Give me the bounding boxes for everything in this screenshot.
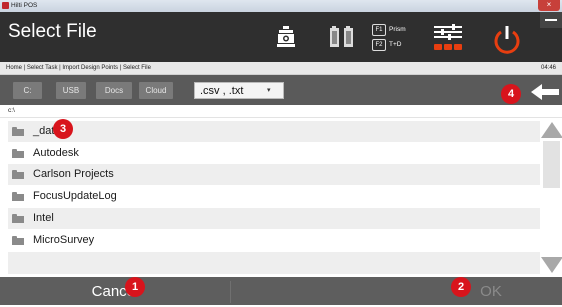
instrument-icon[interactable]	[276, 26, 296, 50]
folder-name: MicroSurvey	[33, 234, 95, 246]
folder-icon	[12, 149, 24, 158]
ok-button[interactable]: OK	[420, 277, 562, 305]
chevron-down-icon: ▾	[267, 87, 271, 94]
page-title: Select File	[8, 21, 97, 42]
window-title-bar: Hilti POS ×	[0, 0, 562, 12]
footer-divider	[230, 281, 231, 303]
folder-name: Autodesk	[33, 147, 79, 159]
f2-key: F2	[372, 39, 386, 51]
folder-icon	[12, 170, 24, 179]
battery-icon	[330, 26, 355, 48]
scroll-down-arrow[interactable]	[541, 257, 562, 273]
list-item[interactable]: MicroSurvey	[8, 230, 540, 251]
f2-label: T+D	[389, 41, 402, 48]
scroll-up-arrow[interactable]	[541, 122, 562, 138]
back-arrow-icon[interactable]	[531, 84, 559, 105]
drive-docs-button[interactable]: Docs	[96, 82, 132, 99]
callout-badge-2: 2	[451, 277, 471, 297]
callout-badge-1: 1	[125, 277, 145, 297]
f1-key: F1	[372, 24, 386, 36]
list-item[interactable]: _data	[8, 121, 540, 142]
current-path: c:\	[8, 107, 15, 114]
f1-label: Prism	[389, 26, 406, 33]
folder-name: FocusUpdateLog	[33, 190, 117, 202]
list-item[interactable]: FocusUpdateLog	[8, 186, 540, 207]
window-title: Hilti POS	[11, 2, 38, 9]
power-icon[interactable]	[493, 26, 521, 54]
folder-icon	[12, 127, 24, 136]
list-item[interactable]: Carlson Projects	[8, 164, 540, 185]
folder-name: Intel	[33, 212, 54, 224]
list-item[interactable]	[8, 252, 540, 274]
current-path-bar: c:\	[0, 105, 562, 118]
breadcrumb: Home | Select Task | Import Design Point…	[6, 65, 151, 71]
drive-c-button[interactable]: C:	[13, 82, 42, 99]
settings-sliders-icon[interactable]	[432, 24, 466, 52]
list-item[interactable]: Intel	[8, 208, 540, 229]
app-icon	[2, 2, 9, 9]
minimize-button[interactable]	[540, 12, 562, 28]
folder-icon	[12, 214, 24, 223]
file-toolbar: C: USB Docs Cloud .csv , .txt ▾	[0, 75, 562, 105]
folder-name: Carlson Projects	[33, 168, 114, 180]
scrollbar-thumb[interactable]	[543, 141, 560, 188]
drive-usb-button[interactable]: USB	[56, 82, 86, 99]
clock: 04:46	[541, 65, 557, 71]
folder-icon	[12, 236, 24, 245]
folder-icon	[12, 192, 24, 201]
file-type-filter-value: .csv , .txt	[200, 85, 244, 97]
breadcrumb-bar: Home | Select Task | Import Design Point…	[0, 62, 562, 75]
callout-badge-3: 3	[53, 119, 73, 139]
function-keys-icon[interactable]: F1 Prism F2 T+D	[372, 22, 422, 54]
window-close-button[interactable]: ×	[538, 0, 560, 11]
cancel-button[interactable]: Cancel	[0, 277, 230, 305]
file-type-filter-select[interactable]: .csv , .txt ▾	[194, 82, 284, 99]
callout-badge-4: 4	[501, 84, 521, 104]
drive-cloud-button[interactable]: Cloud	[139, 82, 173, 99]
list-item[interactable]: Autodesk	[8, 143, 540, 164]
